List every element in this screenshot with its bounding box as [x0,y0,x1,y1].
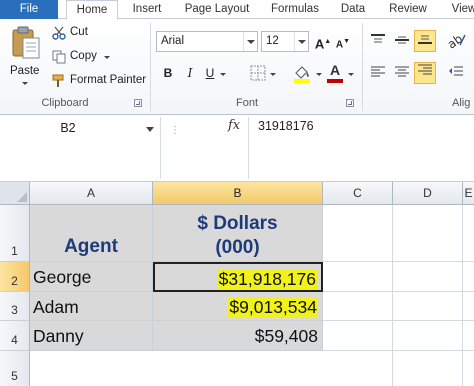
cut-icon[interactable] [52,26,66,43]
select-all-button[interactable] [0,182,30,205]
fill-color-swatch [294,79,310,83]
column-header-c[interactable]: C [323,182,393,205]
align-bottom-button[interactable] [414,30,436,52]
fill-color-dropdown-icon[interactable] [316,73,322,76]
bold-button[interactable]: B [158,63,178,83]
name-box-dropdown-icon[interactable] [146,127,154,132]
paste-dropdown-icon[interactable] [22,82,28,85]
dollars-header: $ Dollars (000) [153,212,322,260]
underline-button[interactable]: U [200,63,220,83]
grow-font-button[interactable]: A▲ [313,32,333,52]
tab-page-layout[interactable]: Page Layout [178,0,256,19]
clipboard-dialog-launcher-icon[interactable] [134,99,142,107]
alignment-group-label: Alig [452,97,471,109]
agent-header: Agent [64,236,118,257]
font-color-icon[interactable]: A [326,63,344,83]
tab-review[interactable]: Review [382,0,434,19]
format-painter-button[interactable]: Format Painter [70,74,146,86]
paste-button[interactable]: Paste [10,65,39,77]
column-header-e[interactable]: E [463,182,474,205]
column-header-d[interactable]: D [393,182,463,205]
font-name-combo[interactable]: Arial [156,31,258,52]
formula-bar-resize-handle[interactable]: ⋮ [170,125,181,136]
cell-b1[interactable]: $ Dollars (000) [153,205,323,262]
shrink-font-button[interactable]: A▼ [333,32,353,52]
copy-button[interactable]: Copy [70,50,97,62]
cell-a1[interactable]: Agent [30,205,153,262]
underline-dropdown-icon[interactable] [220,73,226,76]
cell-a2[interactable]: George [30,262,153,292]
insert-function-button[interactable]: fx [228,118,240,133]
tab-home[interactable]: Home [66,0,118,20]
gridline [392,205,393,386]
font-group-label: Font [235,97,258,109]
row-header-5[interactable]: 5 [0,351,30,386]
tab-data[interactable]: Data [334,0,372,19]
align-middle-icon[interactable] [394,33,410,50]
tab-view[interactable]: View [444,0,474,19]
name-box[interactable]: B2 [0,118,160,139]
font-dialog-launcher-icon[interactable] [346,99,354,107]
cell-b3[interactable]: $9,013,534 [153,292,323,321]
align-center-icon[interactable] [394,65,410,82]
paste-icon[interactable] [10,25,42,61]
column-header-b[interactable]: B [153,182,323,205]
tab-formulas[interactable]: Formulas [264,0,326,19]
cut-button[interactable]: Cut [70,26,88,38]
dollars-value: $31,918,176 [217,269,317,289]
dollars-value: $9,013,534 [228,297,318,317]
align-left-icon[interactable] [370,65,386,82]
ribbon: Paste Cut Copy Format Painter Clipboard … [0,19,474,115]
align-right-button[interactable] [414,62,436,84]
borders-icon[interactable] [250,65,266,84]
cell-a4[interactable]: Danny [30,321,153,351]
ribbon-tabs: File Home Insert Page Layout Formulas Da… [0,0,474,20]
font-color-dropdown-icon[interactable] [348,73,354,76]
gridline [462,205,463,386]
group-separator [150,23,151,111]
cell-a3[interactable]: Adam [30,292,153,321]
tab-insert[interactable]: Insert [124,0,170,19]
clipboard-group-label: Clipboard [41,97,89,109]
font-size-dropdown-icon[interactable] [294,32,308,51]
fill-color-icon[interactable] [292,63,312,86]
format-painter-icon[interactable] [52,74,66,91]
column-header-a[interactable]: A [30,182,153,205]
row-header-4[interactable]: 4 [0,321,30,351]
copy-dropdown-icon[interactable] [104,56,110,59]
font-color-swatch [327,79,343,83]
cell-b4[interactable]: $59,408 [153,321,323,351]
align-right-icon [418,64,432,75]
group-separator [362,23,363,111]
font-size-combo[interactable]: 12 [261,31,309,52]
formula-separator [248,117,249,179]
font-name-value: Arial [161,35,185,47]
spreadsheet-grid: A B C D E 1 2 3 4 5 Agent $ Dollars (000… [0,182,474,386]
font-name-dropdown-icon[interactable] [243,32,257,51]
row-header-3[interactable]: 3 [0,292,30,321]
font-size-value: 12 [266,35,279,47]
decrease-indent-icon[interactable] [448,65,464,82]
italic-button[interactable]: I [180,63,200,83]
row-header-1[interactable]: 1 [0,205,30,262]
dollars-header-line-1: $ Dollars [197,213,278,234]
dollars-header-line-2: (000) [215,237,260,258]
align-bottom-icon [418,35,432,44]
formula-input[interactable]: 31918176 [258,119,314,133]
orientation-icon[interactable]: ab [445,31,466,52]
copy-icon[interactable] [52,50,66,67]
formula-bar: B2 ⋮ fx 31918176 [0,115,474,182]
dollars-value: $59,408 [254,326,318,346]
name-box-separator [160,117,161,179]
borders-dropdown-icon[interactable] [270,73,276,76]
cell-b2[interactable]: $31,918,176 [153,262,323,292]
row-header-2[interactable]: 2 [0,262,30,292]
align-top-icon[interactable] [370,33,386,50]
tab-file[interactable]: File [0,0,58,19]
